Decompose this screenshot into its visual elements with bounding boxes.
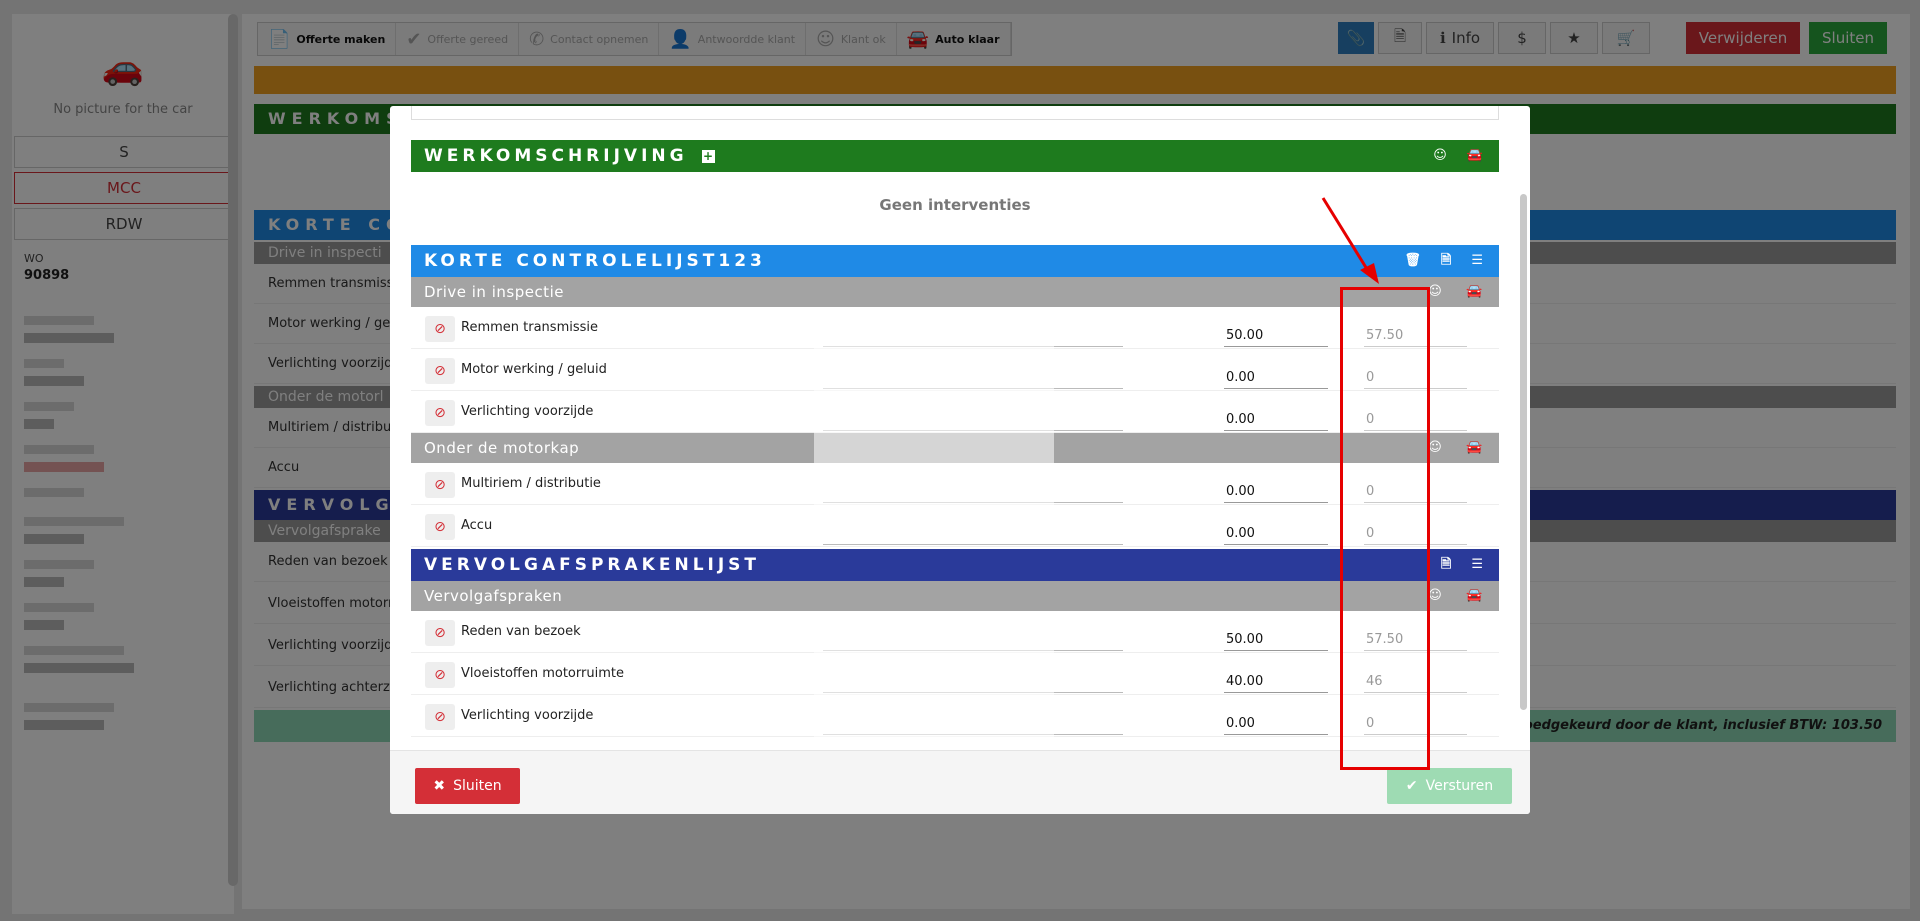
menu-icon[interactable]: ☰ bbox=[1471, 245, 1483, 277]
row-label: Verlichting voorzijde bbox=[461, 708, 594, 723]
price-input[interactable]: 50.00 bbox=[1224, 631, 1328, 651]
car-icon[interactable]: 🚘 bbox=[1467, 140, 1483, 172]
plus-square-icon[interactable]: + bbox=[701, 150, 715, 163]
annotation-box bbox=[1340, 287, 1430, 770]
eye-slash-icon[interactable]: ⊘ bbox=[425, 316, 455, 342]
check-icon: ✔ bbox=[1405, 778, 1418, 794]
eye-slash-icon[interactable]: ⊘ bbox=[425, 662, 455, 688]
send-button[interactable]: ✔ Versturen bbox=[1387, 768, 1512, 804]
row-label: Verlichting voorzijde bbox=[461, 404, 594, 419]
eye-slash-icon[interactable]: ⊘ bbox=[425, 514, 455, 540]
price-input[interactable]: 0.00 bbox=[1224, 715, 1328, 735]
price-input[interactable]: 0.00 bbox=[1224, 369, 1328, 389]
menu-icon[interactable]: ☰ bbox=[1471, 549, 1483, 581]
price-input[interactable]: 0.00 bbox=[1224, 483, 1328, 503]
row-label: Vloeistoffen motorruimte bbox=[461, 666, 624, 681]
smile-icon[interactable]: ☺ bbox=[1433, 140, 1447, 172]
header-icons: 🗎 ☰ bbox=[1441, 549, 1483, 581]
blur-mask bbox=[814, 313, 1054, 535]
header-icons: 🗑 🗎 ☰ bbox=[1404, 245, 1483, 277]
footer-close-button[interactable]: ✖ Sluiten bbox=[415, 768, 520, 804]
trash-icon[interactable]: 🗑 bbox=[1404, 245, 1421, 277]
price-input[interactable]: 50.00 bbox=[1224, 327, 1328, 347]
blur-mask bbox=[814, 617, 1054, 750]
vervolgafsprakenlijst-header: VERVOLGAFSPRAKENLIJST 🗎 ☰ bbox=[411, 549, 1499, 581]
modal-scrollbar[interactable] bbox=[1520, 194, 1527, 710]
eye-slash-icon[interactable]: ⊘ bbox=[425, 400, 455, 426]
top-input-edge bbox=[411, 106, 1499, 120]
price-input[interactable]: 40.00 bbox=[1224, 673, 1328, 693]
car-icon[interactable]: 🚘 bbox=[1466, 433, 1483, 463]
car-icon[interactable]: 🚘 bbox=[1466, 277, 1483, 307]
car-icon[interactable]: 🚘 bbox=[1466, 581, 1483, 611]
row-label: Motor werking / geluid bbox=[461, 362, 607, 377]
smile-icon[interactable]: ☺ bbox=[1428, 277, 1442, 307]
group-vervolgafspraken: Vervolgafspraken ☺ 🚘 bbox=[411, 581, 1499, 611]
row-label: Multiriem / distributie bbox=[461, 476, 601, 491]
werkomschrijving-header: WERKOMSCHRIJVING + ☺ 🚘 bbox=[411, 140, 1499, 172]
group-icons: ☺ 🚘 bbox=[1428, 581, 1483, 611]
smile-icon[interactable]: ☺ bbox=[1428, 433, 1442, 463]
group-icons: ☺ 🚘 bbox=[1428, 433, 1483, 463]
smile-icon[interactable]: ☺ bbox=[1428, 581, 1442, 611]
header-icons: ☺ 🚘 bbox=[1433, 140, 1483, 172]
pdf-icon[interactable]: 🗎 bbox=[1441, 245, 1451, 277]
eye-slash-icon[interactable]: ⊘ bbox=[425, 358, 455, 384]
row-label: Reden van bezoek bbox=[461, 624, 581, 639]
price-input[interactable]: 0.00 bbox=[1224, 525, 1328, 545]
eye-slash-icon[interactable]: ⊘ bbox=[425, 704, 455, 730]
eye-slash-icon[interactable]: ⊘ bbox=[425, 472, 455, 498]
close-icon: ✖ bbox=[433, 778, 446, 794]
annotation-arrow bbox=[1321, 197, 1379, 284]
price-input[interactable]: 0.00 bbox=[1224, 411, 1328, 431]
pdf-icon[interactable]: 🗎 bbox=[1441, 549, 1451, 581]
row-label: Remmen transmissie bbox=[461, 320, 598, 335]
group-icons: ☺ 🚘 bbox=[1428, 277, 1483, 307]
row-label: Accu bbox=[461, 518, 493, 533]
eye-slash-icon[interactable]: ⊘ bbox=[425, 620, 455, 646]
